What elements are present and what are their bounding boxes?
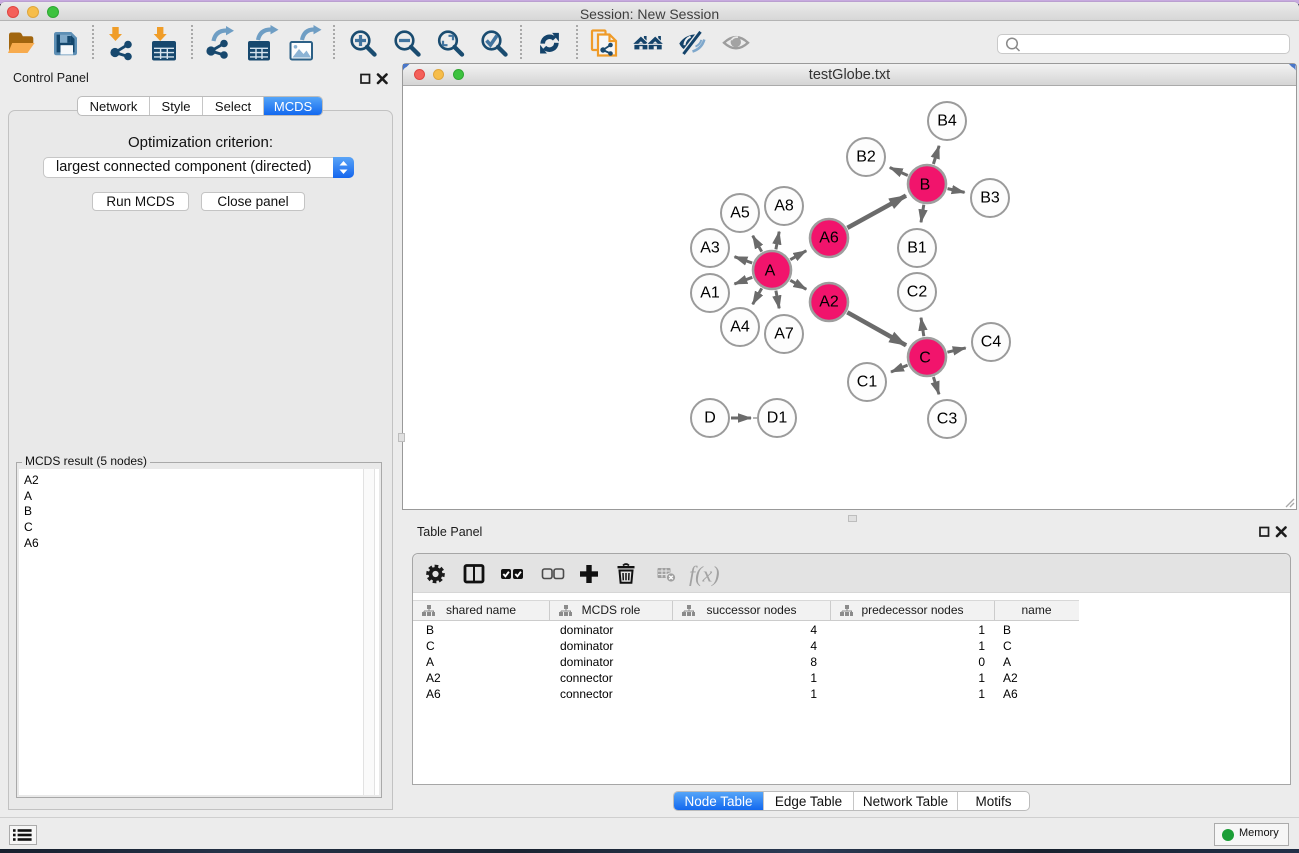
svg-text:C1: C1: [857, 374, 878, 391]
svg-text:C2: C2: [907, 284, 928, 301]
svg-text:A3: A3: [700, 240, 720, 257]
svg-text:A4: A4: [730, 319, 750, 336]
svg-text:B3: B3: [980, 190, 1000, 207]
svg-text:B1: B1: [907, 240, 927, 257]
svg-text:A1: A1: [700, 285, 720, 302]
svg-text:A5: A5: [730, 205, 750, 222]
svg-text:A7: A7: [774, 326, 794, 343]
svg-text:A: A: [765, 263, 776, 280]
svg-text:C: C: [919, 350, 931, 367]
svg-text:B2: B2: [856, 149, 876, 166]
svg-text:D: D: [704, 410, 716, 427]
svg-text:A2: A2: [819, 294, 839, 311]
svg-text:f(x): f(x): [689, 562, 720, 587]
svg-text:A8: A8: [774, 198, 794, 215]
svg-text:C4: C4: [981, 334, 1002, 351]
svg-text:C3: C3: [937, 411, 958, 428]
svg-text:D1: D1: [767, 410, 788, 427]
svg-text:B: B: [920, 177, 931, 194]
svg-text:A6: A6: [819, 230, 839, 247]
svg-text:B4: B4: [937, 113, 957, 130]
